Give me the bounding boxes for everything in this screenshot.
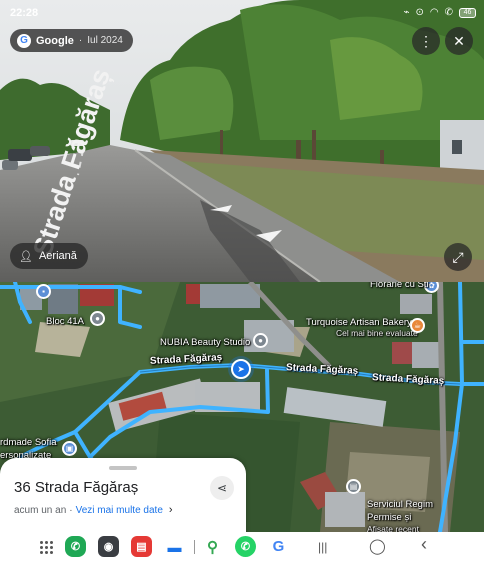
whatsapp-app-icon[interactable]: ✆ (235, 536, 256, 557)
street-view-panel[interactable]: 22:28 ⌁ ⊙ ◠ ✆ 46 G Google · Iul 2024 ⋮ ✕… (0, 0, 484, 282)
close-street-view-button[interactable]: ✕ (445, 27, 473, 55)
bakery-pin-icon[interactable]: ☕︎ (410, 318, 425, 333)
transit-pin-icon[interactable]: ▪ (36, 284, 51, 299)
more-vert-icon: ⋮ (419, 32, 433, 49)
place-bottom-sheet[interactable]: 36 Strada Făgăraș ⋖ acum un an · Vezi ma… (0, 458, 246, 536)
phone-app-icon[interactable]: ✆ (65, 536, 86, 557)
imagery-age: acum un an (14, 504, 67, 516)
navigation-arrow-icon: ➤ (237, 363, 245, 374)
call-icon: ✆ (444, 7, 453, 18)
back-button[interactable]: ‹ (421, 534, 427, 555)
silent-icon: ⌁ (403, 7, 410, 18)
service-pin-icon[interactable]: ▤ (346, 479, 361, 494)
share-icon: ⋖ (216, 481, 228, 495)
close-icon: ✕ (453, 32, 465, 49)
app-drawer-icon[interactable] (40, 541, 53, 554)
label-service-1[interactable]: Serviciul Regim (367, 499, 433, 510)
camera-app-icon[interactable]: ◉ (98, 536, 119, 557)
more-options-button[interactable]: ⋮ (412, 27, 440, 55)
battery-icon: 46 (459, 7, 476, 18)
expand-street-view-button[interactable]: ⤢ (444, 243, 472, 271)
chip-separator: · (78, 35, 83, 46)
system-nav-bar: ✆ ◉ ▤ ▬ ⚲ ✆ G ||| ◯ ‹ (0, 532, 484, 563)
recents-button[interactable]: ||| (318, 540, 327, 554)
wifi-icon: ◠ (429, 7, 439, 18)
view-mode-label: Aeriană (38, 250, 77, 262)
label-turquoise-sub: Cel mai bine evaluate (336, 328, 418, 338)
nubia-pin-icon[interactable]: ● (253, 333, 268, 348)
imagery-date-chip[interactable]: G Google · Iul 2024 (10, 29, 133, 52)
expand-icon: ⤢ (452, 248, 464, 265)
google-app-icon[interactable]: G (268, 536, 289, 557)
maps-app-icon[interactable]: ⚲ (202, 536, 223, 557)
share-button[interactable]: ⋖ (210, 476, 234, 500)
imagery-date: Iul 2024 (87, 35, 123, 46)
label-sofia-1[interactable]: rdmade Sofia (0, 437, 57, 448)
imagery-info: acum un an · Vezi mai multe date › (14, 504, 173, 516)
dock-separator (194, 540, 195, 554)
sheet-drag-handle[interactable] (109, 466, 137, 470)
notes-app-icon[interactable]: ▤ (131, 536, 152, 557)
label-service-3: Afișate recent (367, 524, 419, 532)
label-service-2[interactable]: Permise și (367, 512, 411, 523)
google-logo-icon: G (17, 33, 31, 48)
meta-separator: · (69, 504, 73, 516)
place-title: 36 Strada Făgăraș (14, 479, 139, 496)
see-more-dates-link[interactable]: Vezi mai multe date (76, 505, 163, 516)
chevron-right-icon[interactable]: › (169, 504, 173, 516)
maps-street-view-screen: 22:28 ⌁ ⊙ ◠ ✆ 46 G Google · Iul 2024 ⋮ ✕… (0, 0, 484, 563)
label-bloc[interactable]: Bloc 41A (46, 316, 84, 327)
messages-app-icon[interactable]: ▬ (164, 536, 185, 557)
person-icon: 👤︎ (19, 250, 33, 263)
bloc-pin-icon[interactable]: ● (90, 311, 105, 326)
home-button[interactable]: ◯ (369, 537, 386, 555)
location-icon: ⊙ (415, 7, 424, 18)
status-time: 22:28 (10, 7, 39, 19)
gift-pin-icon[interactable]: ▣ (62, 441, 77, 456)
view-mode-button[interactable]: 👤︎ Aeriană (10, 243, 88, 269)
status-icons: ⌁ ⊙ ◠ ✆ 46 (403, 7, 476, 18)
current-location-marker[interactable]: ➤ (231, 359, 251, 379)
label-florarie[interactable]: Florarie cu Sti (370, 282, 429, 290)
imagery-source: Google (36, 34, 74, 47)
label-turquoise[interactable]: Turquoise Artisan Bakery (306, 317, 412, 328)
label-nubia[interactable]: NUBIA Beauty Studio (160, 337, 250, 348)
